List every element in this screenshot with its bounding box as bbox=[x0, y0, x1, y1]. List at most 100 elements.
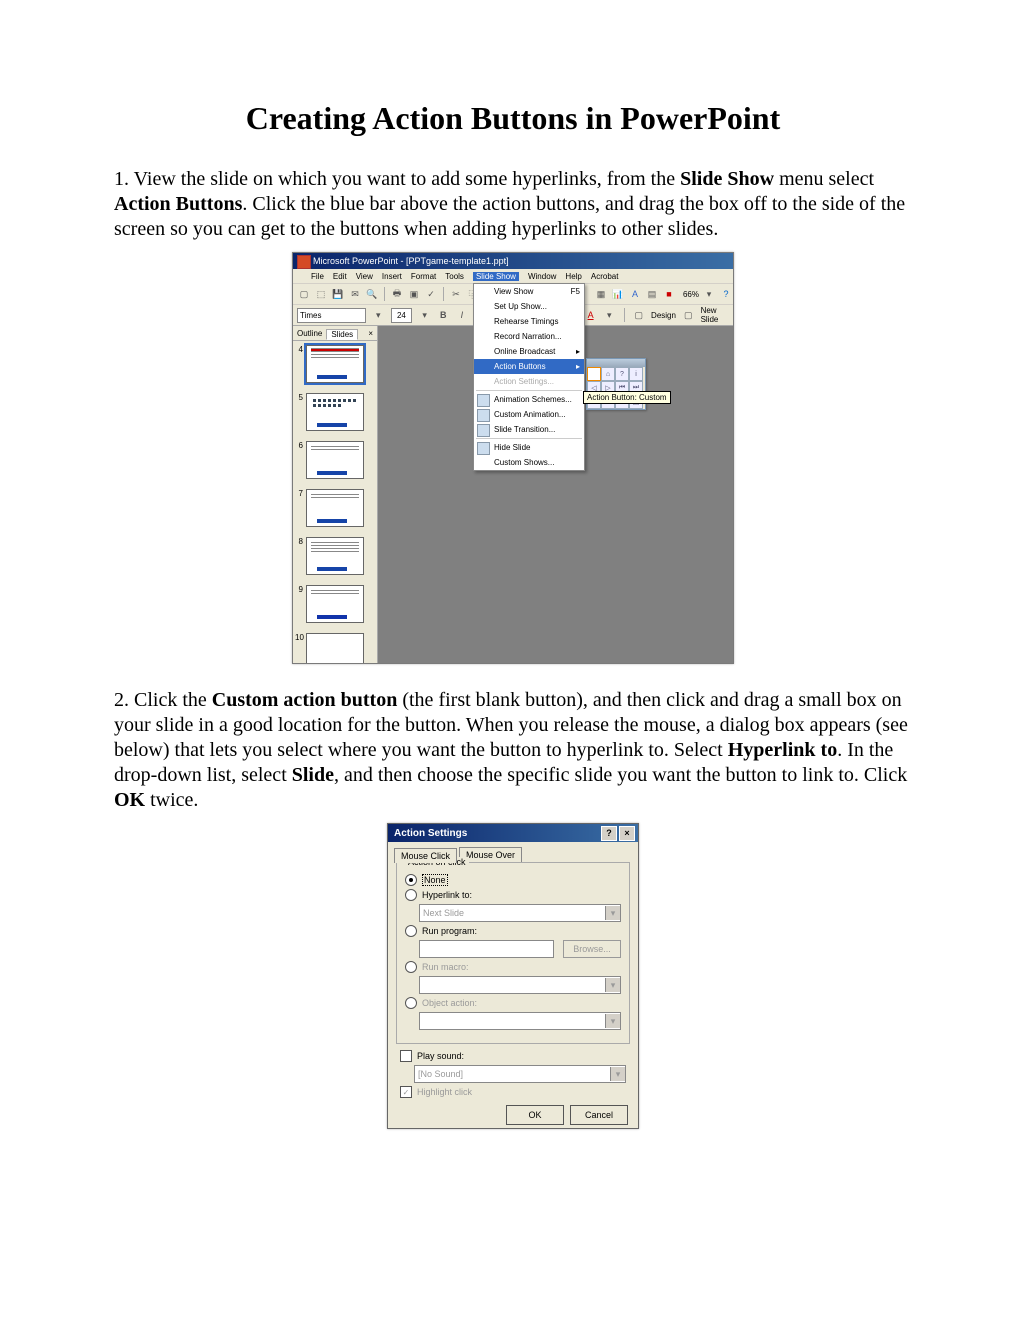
tab-outline[interactable]: Outline bbox=[293, 329, 326, 338]
italic-icon[interactable]: I bbox=[456, 308, 469, 322]
menu-view[interactable]: View bbox=[356, 272, 373, 281]
thumb-num: 4 bbox=[295, 345, 303, 383]
thumb-num: 8 bbox=[295, 537, 303, 575]
bold-icon[interactable]: B bbox=[437, 308, 450, 322]
dialog-titlebar: Action Settings ? × bbox=[388, 824, 638, 842]
ab-info[interactable]: i bbox=[629, 367, 643, 381]
checkbox-playsound[interactable] bbox=[400, 1050, 412, 1062]
design-label[interactable]: Design bbox=[651, 311, 676, 320]
preview-icon[interactable]: ▣ bbox=[407, 287, 421, 301]
tab-mouseclick[interactable]: Mouse Click bbox=[394, 848, 457, 863]
menu-file[interactable]: File bbox=[311, 272, 324, 281]
menu-slideshow[interactable]: Slide Show bbox=[473, 272, 519, 281]
menu-tools[interactable]: Tools bbox=[445, 272, 464, 281]
design-icon[interactable]: ▢ bbox=[632, 308, 645, 322]
radio-runprogram[interactable] bbox=[405, 925, 417, 937]
menu-format[interactable]: Format bbox=[411, 272, 436, 281]
mi-rehearse[interactable]: Rehearse Timings bbox=[474, 314, 584, 329]
radio-none[interactable] bbox=[405, 874, 417, 886]
menubar: File Edit View Insert Format Tools Slide… bbox=[293, 269, 733, 284]
search-icon[interactable]: 🔍 bbox=[365, 287, 379, 301]
label-highlight: Highlight click bbox=[417, 1087, 472, 1097]
sound-select: [No Sound]▾ bbox=[414, 1065, 626, 1083]
radio-object bbox=[405, 997, 417, 1009]
dialog-title: Action Settings bbox=[394, 828, 467, 839]
zoom-value[interactable]: 66% bbox=[683, 290, 699, 299]
dropdown-icon[interactable]: ▾ bbox=[418, 308, 431, 322]
close-icon[interactable]: × bbox=[619, 826, 635, 841]
mi-hideslide[interactable]: Hide Slide bbox=[474, 440, 584, 455]
help-icon[interactable]: ? bbox=[601, 826, 617, 841]
mi-customanim[interactable]: Custom Animation... bbox=[474, 407, 584, 422]
chart-icon[interactable]: 📊 bbox=[611, 287, 625, 301]
object-select: ▾ bbox=[419, 1012, 621, 1030]
mi-customshows[interactable]: Custom Shows... bbox=[474, 455, 584, 470]
mi-record[interactable]: Record Narration... bbox=[474, 329, 584, 344]
mi-setupshow[interactable]: Set Up Show... bbox=[474, 299, 584, 314]
screenshot-powerpoint: Microsoft PowerPoint - [PPTgame-template… bbox=[292, 252, 734, 664]
menu-acrobat[interactable]: Acrobat bbox=[591, 272, 619, 281]
thumbnail[interactable]: 5 bbox=[295, 393, 375, 431]
label-object: Object action: bbox=[422, 998, 477, 1008]
thumbnail[interactable]: 8 bbox=[295, 537, 375, 575]
dropdown-icon: ▾ bbox=[605, 978, 620, 992]
ok-button[interactable]: OK bbox=[506, 1105, 564, 1125]
mi-broadcast[interactable]: Online Broadcast▸ bbox=[474, 344, 584, 359]
dropdown-icon[interactable]: ▾ bbox=[372, 308, 385, 322]
menu-help[interactable]: Help bbox=[565, 272, 581, 281]
close-icon[interactable]: × bbox=[368, 329, 373, 338]
p1-bold-actionbuttons: Action Buttons bbox=[114, 193, 242, 215]
print-icon[interactable]: 🖶 bbox=[390, 287, 404, 301]
open-icon[interactable]: ⬚ bbox=[314, 287, 328, 301]
menu-window[interactable]: Window bbox=[528, 272, 556, 281]
ab-home[interactable]: ⌂ bbox=[601, 367, 615, 381]
hyperlink-select[interactable]: Next Slide▾ bbox=[419, 904, 621, 922]
save-icon[interactable]: 💾 bbox=[331, 287, 345, 301]
grid-icon[interactable]: ▤ bbox=[645, 287, 659, 301]
newslide-label[interactable]: New Slide bbox=[701, 306, 733, 324]
cancel-button[interactable]: Cancel bbox=[570, 1105, 628, 1125]
help-icon[interactable]: ? bbox=[719, 287, 733, 301]
thumbnail[interactable]: 9 bbox=[295, 585, 375, 623]
separator bbox=[476, 390, 582, 391]
thumb-num: 10 bbox=[295, 633, 303, 664]
newslide-icon[interactable]: ▢ bbox=[682, 308, 695, 322]
p2-text: 2. Click the bbox=[114, 689, 212, 711]
thumbnail[interactable]: 10 bbox=[295, 633, 375, 664]
thumbnail[interactable]: 4 bbox=[295, 345, 375, 383]
tables-icon[interactable]: ▦ bbox=[594, 287, 608, 301]
mi-viewshow[interactable]: View ShowF5 bbox=[474, 284, 584, 299]
color-icon[interactable]: ■ bbox=[662, 287, 676, 301]
spell-icon[interactable]: ✓ bbox=[424, 287, 438, 301]
label-runprogram: Run program: bbox=[422, 926, 477, 936]
cut-icon[interactable]: ✂ bbox=[449, 287, 463, 301]
thumbnail[interactable]: 7 bbox=[295, 489, 375, 527]
dropdown-icon[interactable]: ▾ bbox=[702, 287, 716, 301]
mail-icon[interactable]: ✉ bbox=[348, 287, 362, 301]
new-icon[interactable]: ▢ bbox=[297, 287, 311, 301]
mi-animschemes[interactable]: Animation Schemes... bbox=[474, 392, 584, 407]
fontcolor-icon[interactable]: A bbox=[584, 308, 597, 322]
fontsize-select[interactable]: 24 bbox=[391, 308, 413, 323]
mi-transition[interactable]: Slide Transition... bbox=[474, 422, 584, 437]
label-none: None bbox=[422, 874, 448, 886]
tab-slides[interactable]: Slides bbox=[326, 329, 358, 340]
font-select[interactable]: Times bbox=[297, 308, 366, 323]
dropdown-icon[interactable]: ▾ bbox=[605, 906, 620, 920]
radio-hyperlink[interactable] bbox=[405, 889, 417, 901]
browse-button[interactable]: Browse... bbox=[563, 940, 621, 958]
ab-custom[interactable] bbox=[587, 367, 601, 381]
slide-panel: Outline Slides × 4 5 6 bbox=[293, 326, 378, 664]
separator bbox=[476, 438, 582, 439]
thumbnail[interactable]: 6 bbox=[295, 441, 375, 479]
mi-actionbuttons[interactable]: Action Buttons▸ bbox=[474, 359, 584, 374]
ab-help[interactable]: ? bbox=[615, 367, 629, 381]
separator bbox=[384, 287, 385, 301]
runprogram-input[interactable] bbox=[419, 940, 554, 958]
menu-edit[interactable]: Edit bbox=[333, 272, 347, 281]
p2-bold-custom: Custom action button bbox=[212, 689, 398, 711]
dropdown-icon[interactable]: ▾ bbox=[603, 308, 616, 322]
menu-insert[interactable]: Insert bbox=[382, 272, 402, 281]
wordart-icon[interactable]: A bbox=[628, 287, 642, 301]
palette-dragbar[interactable] bbox=[587, 359, 645, 367]
